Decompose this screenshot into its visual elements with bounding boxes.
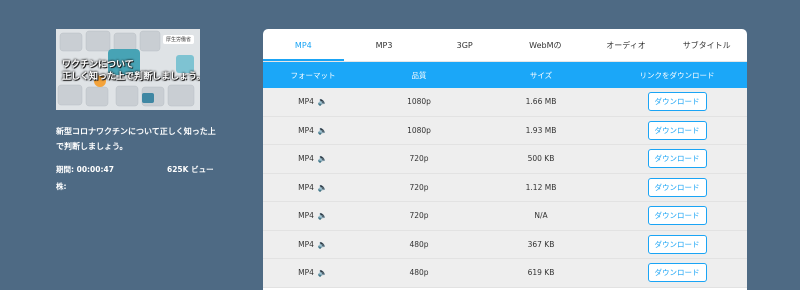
download-button[interactable]: ダウンロード xyxy=(647,263,707,283)
tab-3gp[interactable]: 3GP xyxy=(424,29,505,61)
thumbnail-caption-line1: ワクチンについて xyxy=(62,60,134,70)
row-format: MP4 xyxy=(298,182,314,192)
row-size: 1.66 MB xyxy=(525,97,557,107)
download-button[interactable]: ダウンロード xyxy=(647,92,707,112)
tab-mp4[interactable]: MP4 xyxy=(263,29,344,61)
table-row: MP4 🔈 1080p 1.93 MB ダウンロード xyxy=(263,116,747,145)
row-size: 1.12 MB xyxy=(525,182,557,192)
video-thumbnail[interactable]: 厚生労働省 ワクチンについて 正しく知った上で判断しましょう。 xyxy=(56,29,200,110)
download-button[interactable]: ダウンロード xyxy=(647,234,707,254)
download-button[interactable]: ダウンロード xyxy=(647,206,707,226)
row-quality: 720p xyxy=(409,211,429,221)
speaker-icon: 🔈 xyxy=(317,182,328,192)
table-row: MP4 🔈 720p 1.12 MB ダウンロード xyxy=(263,173,747,202)
format-tabs: MP4 MP3 3GP WebMの オーディオ サブタイトル xyxy=(263,29,747,62)
speaker-icon: 🔈 xyxy=(317,239,328,249)
download-panel: MP4 MP3 3GP WebMの オーディオ サブタイトル フォーマット 品質… xyxy=(263,29,747,290)
download-button[interactable]: ダウンロード xyxy=(647,177,707,197)
row-format: MP4 xyxy=(298,97,314,107)
row-quality: 720p xyxy=(409,182,429,192)
row-quality: 480p xyxy=(409,239,429,249)
tab-audio[interactable]: オーディオ xyxy=(586,29,667,61)
download-button[interactable]: ダウンロード xyxy=(647,149,707,169)
tab-webm[interactable]: WebMの xyxy=(505,29,586,61)
video-duration: 期間: 00:00:47 xyxy=(56,165,114,174)
row-quality: 480p xyxy=(409,268,429,278)
speaker-icon: 🔈 xyxy=(317,211,328,221)
row-size: 367 KB xyxy=(527,239,555,249)
table-header: フォーマット 品質 サイズ リンクをダウンロード xyxy=(263,62,747,88)
ministry-badge: 厚生労働省 xyxy=(162,35,194,44)
row-quality: 1080p xyxy=(407,97,431,107)
speaker-icon: 🔈 xyxy=(317,154,328,164)
row-size: N/A xyxy=(534,211,548,221)
row-format: MP4 xyxy=(298,154,314,164)
row-format: MP4 xyxy=(298,125,314,135)
row-quality: 720p xyxy=(409,154,429,164)
table-row: MP4 🔈 720p N/A ダウンロード xyxy=(263,202,747,231)
table-row: MP4 🔈 480p 619 KB ダウンロード xyxy=(263,259,747,288)
thumbnail-caption: ワクチンについて 正しく知った上で判断しましょう。 xyxy=(62,59,200,83)
row-size: 1.93 MB xyxy=(525,125,557,135)
video-category: 株: xyxy=(56,182,67,191)
row-format: MP4 xyxy=(298,268,314,278)
header-size: サイズ xyxy=(529,70,553,80)
thumbnail-caption-line2: 正しく知った上で判断しましょう。 xyxy=(62,72,200,82)
row-format: MP4 xyxy=(298,211,314,221)
row-quality: 1080p xyxy=(407,125,431,135)
row-size: 500 KB xyxy=(527,154,555,164)
table-row: MP4 🔈 1080p 1.66 MB ダウンロード xyxy=(263,88,747,117)
video-title: 新型コロナワクチンについて正しく知った上で判断しましょう。 xyxy=(56,127,216,151)
table-row: MP4 🔈 480p 367 KB ダウンロード xyxy=(263,230,747,259)
speaker-icon: 🔈 xyxy=(317,268,328,278)
header-format: フォーマット xyxy=(290,70,336,80)
tab-mp3[interactable]: MP3 xyxy=(344,29,425,61)
download-button[interactable]: ダウンロード xyxy=(647,120,707,140)
row-size: 619 KB xyxy=(527,268,555,278)
row-format: MP4 xyxy=(298,239,314,249)
header-download-link: リンクをダウンロード xyxy=(639,70,715,80)
tab-subtitles[interactable]: サブタイトル xyxy=(666,29,747,61)
speaker-icon: 🔈 xyxy=(317,125,328,135)
table-row: MP4 🔈 720p 500 KB ダウンロード xyxy=(263,145,747,174)
speaker-icon: 🔈 xyxy=(317,97,328,107)
video-views: 625K ビュー xyxy=(167,165,214,174)
header-quality: 品質 xyxy=(411,70,427,80)
